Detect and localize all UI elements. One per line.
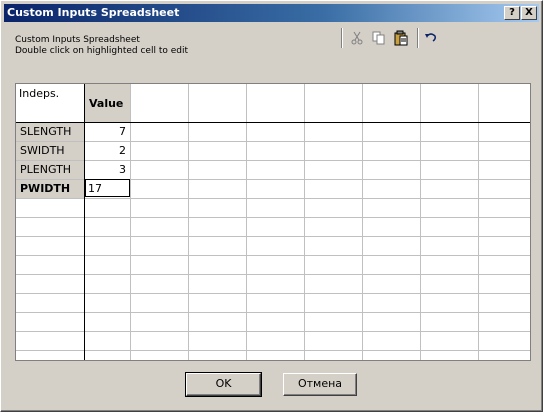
info-line-hint: Double click on highlighted cell to edit [15,46,188,56]
row-label: PWIDTH [16,180,84,198]
help-button[interactable]: ? [504,6,520,20]
spreadsheet-grid[interactable]: Indeps. Value SLENGTH 7 SWIDTH 2 PLENGTH… [15,83,531,361]
grid-line [16,312,530,313]
grid-line [478,84,479,360]
value-cell[interactable]: 2 [85,142,130,160]
paste-icon[interactable] [393,30,409,46]
value-cell[interactable]: 3 [85,161,130,179]
grid-line [246,84,247,360]
row-label: SWIDTH [16,142,84,160]
spreadsheet-dialog: Custom Inputs Spreadsheet ? X Custom Inp… [0,0,543,412]
edit-toolbar [341,26,451,50]
grid-line [16,236,530,237]
value-cell-editing[interactable]: 17 [85,179,130,197]
grid-line [16,293,530,294]
cut-icon[interactable] [349,30,365,46]
grid-line [16,331,530,332]
window-title: Custom Inputs Spreadsheet [7,6,180,19]
value-cell[interactable]: 7 [85,123,130,141]
grid-line [304,84,305,360]
grid-line [16,217,530,218]
toolbar-separator [417,28,419,48]
info-text: Custom Inputs Spreadsheet Double click o… [15,35,188,57]
grid-line [16,274,530,275]
corner-header: Indeps. [19,87,60,100]
title-bar[interactable]: Custom Inputs Spreadsheet ? X [4,4,539,22]
header-divider [16,122,530,123]
undo-icon[interactable] [423,30,439,46]
ok-button[interactable]: OK [185,372,262,397]
header-divider [84,84,85,360]
info-line-title: Custom Inputs Spreadsheet [15,35,140,45]
grid-line [420,84,421,360]
grid-line [16,350,530,351]
row-label: PLENGTH [16,161,84,179]
close-button[interactable]: X [521,6,537,20]
row-label: SLENGTH [16,123,84,141]
cancel-button[interactable]: Отмена [283,373,357,396]
grid-line [16,198,530,199]
grid-line [362,84,363,360]
column-header-value: Value [85,84,130,122]
copy-icon[interactable] [371,30,387,46]
grid-line [130,84,131,360]
grid-line [188,84,189,360]
grid-line [16,255,530,256]
toolbar-separator [341,28,343,48]
